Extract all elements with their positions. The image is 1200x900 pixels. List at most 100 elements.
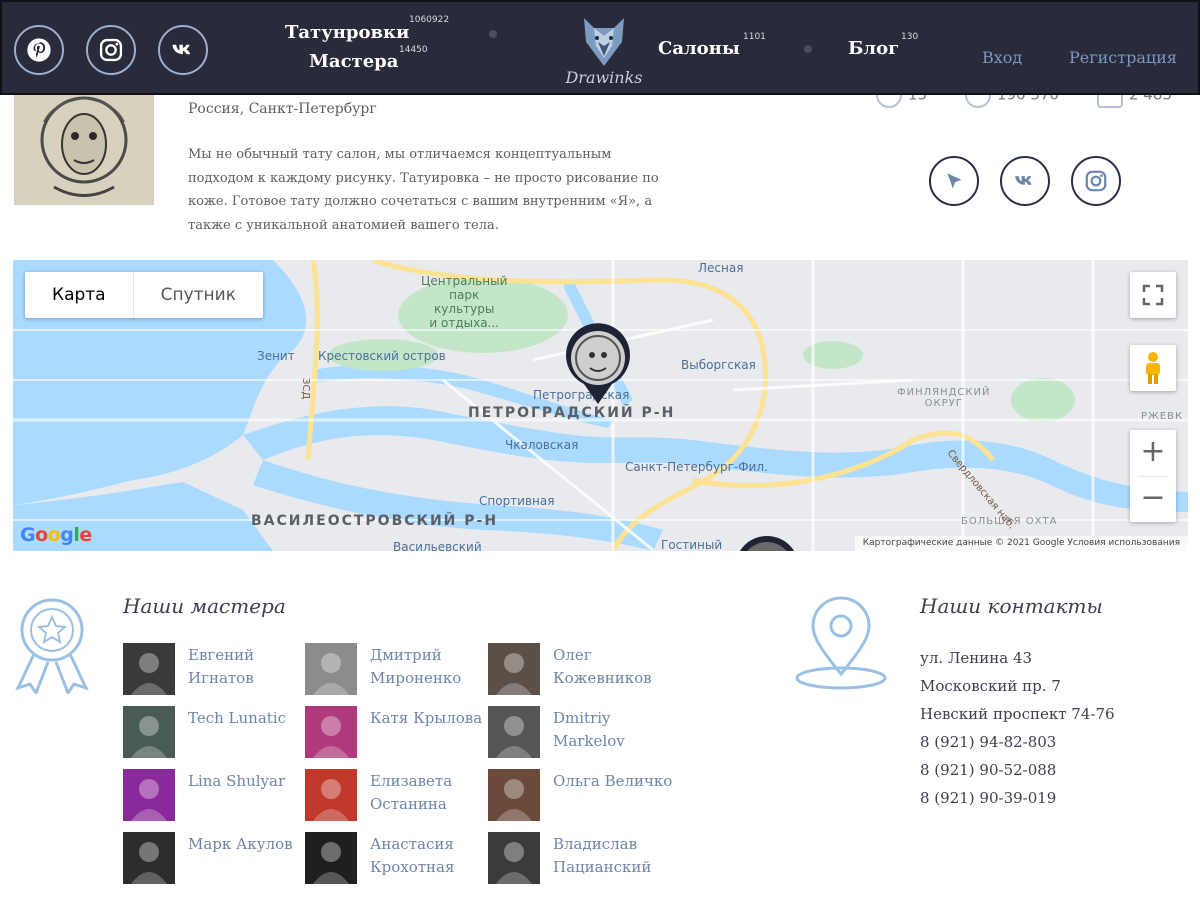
salon-avatar	[14, 92, 154, 205]
master-avatar-image	[305, 769, 357, 821]
salon-vk-button[interactable]	[1000, 156, 1050, 206]
master-card[interactable]: Tech Lunatic	[123, 706, 303, 760]
zoom-separator	[1138, 476, 1168, 477]
salon-map-marker[interactable]	[731, 536, 803, 551]
master-card[interactable]: Владислав Пацианский	[488, 832, 668, 886]
master-name-link[interactable]: Владислав Пацианский	[553, 833, 673, 879]
description-line: коже. Готовое тату должно сочетаться с в…	[188, 194, 653, 209]
master-name-link[interactable]: Анастасия Крохотная	[370, 833, 490, 879]
master-card[interactable]: Ольга Величко	[488, 769, 672, 823]
master-avatar-image	[488, 643, 540, 695]
salon-map-marker[interactable]	[562, 322, 634, 406]
master-name-link[interactable]: Елизавета Останина	[370, 770, 490, 816]
master-name-link[interactable]: Tech Lunatic	[188, 707, 308, 730]
zoom-in-button[interactable]: +	[1130, 430, 1176, 476]
master-name-link[interactable]: Lina Shulyar	[188, 770, 308, 793]
zoom-controls: + −	[1130, 430, 1176, 522]
master-avatar-image	[123, 769, 175, 821]
map-type-map-button[interactable]: Карта	[25, 272, 134, 318]
master-name-link[interactable]: Дмитрий Мироненко	[370, 644, 490, 690]
login-link[interactable]: Вход	[982, 48, 1022, 67]
vk-button[interactable]	[158, 25, 208, 75]
master-card[interactable]: Олег Кожевников	[488, 643, 668, 697]
nav-blog-link[interactable]: Блог	[848, 38, 899, 59]
description-line: подходом к каждому рисунку. Татуировка –…	[188, 170, 659, 186]
master-avatar[interactable]	[123, 832, 175, 884]
master-avatar[interactable]	[123, 643, 175, 695]
salon-avatar-image	[14, 92, 154, 205]
nav-blog-count: 130	[901, 32, 919, 42]
salon-instagram-button[interactable]	[1071, 156, 1121, 206]
master-name-link[interactable]: Катя Крылова	[370, 707, 490, 730]
master-avatar[interactable]	[305, 832, 357, 884]
master-avatar-image	[305, 832, 357, 884]
register-link[interactable]: Регистрация	[1069, 48, 1177, 67]
master-avatar-image	[305, 643, 357, 695]
master-card[interactable]: Lina Shulyar	[123, 769, 303, 823]
map-label-krestovsky: Крестовский остров	[318, 349, 446, 363]
google-map[interactable]: Карта Спутник + − Лесная Центральный пар…	[13, 260, 1188, 551]
pinterest-button[interactable]	[14, 25, 64, 75]
wolf-icon	[584, 18, 624, 66]
map-label-chkalovskaya: Чкаловская	[505, 438, 579, 452]
award-ribbon-icon	[15, 598, 89, 694]
master-avatar[interactable]	[488, 769, 540, 821]
master-name-link[interactable]: Олег Кожевников	[553, 644, 673, 690]
contact-phone[interactable]: 8 (921) 94-82-803	[920, 733, 1056, 751]
master-avatar-image	[305, 706, 357, 758]
master-card[interactable]: Dmitriy Markelov	[488, 706, 668, 760]
drawinks-logo[interactable]: Drawinks	[560, 12, 648, 92]
pinterest-icon	[27, 38, 51, 62]
location-pin-icon	[795, 596, 887, 690]
telegram-button[interactable]	[929, 156, 979, 206]
map-label-lesnaya: Лесная	[698, 261, 744, 275]
salon-description: Мы не обычный тату салон, мы отличаемся …	[188, 143, 683, 237]
master-card[interactable]: Дмитрий Мироненко	[305, 643, 485, 697]
master-card[interactable]: Катя Крылова	[305, 706, 485, 760]
master-avatar[interactable]	[488, 832, 540, 884]
map-label-vasileostrovskaya: Васильевский	[393, 540, 482, 551]
fullscreen-button[interactable]	[1130, 272, 1176, 318]
master-avatar-image	[123, 832, 175, 884]
nav-tattoos-count: 1060922	[409, 15, 450, 25]
master-avatar-image	[123, 643, 175, 695]
telegram-icon	[947, 173, 962, 189]
master-card[interactable]: Марк Акулов	[123, 832, 303, 886]
master-avatar[interactable]	[305, 769, 357, 821]
vk-icon	[172, 44, 191, 55]
map-label-finland-station: Санкт-Петербург-Фил.	[625, 460, 768, 474]
master-avatar-image	[488, 832, 540, 884]
instagram-button[interactable]	[86, 25, 136, 75]
master-avatar[interactable]	[488, 706, 540, 758]
nav-tattoos-link[interactable]: Татунровки	[285, 22, 409, 43]
contact-address: Московский пр. 7	[920, 677, 1061, 695]
street-view-pegman[interactable]	[1130, 345, 1176, 391]
master-card[interactable]: Анастасия Крохотная	[305, 832, 485, 886]
master-avatar[interactable]	[488, 643, 540, 695]
master-avatar-image	[488, 706, 540, 758]
map-label-vasileostrovsky: ВАСИЛЕОСТРОВСКИЙ Р-Н	[251, 513, 499, 529]
master-card[interactable]: Евгений Игнатов	[123, 643, 303, 697]
nav-salons-link[interactable]: Салоны	[658, 38, 740, 59]
nav-masters-link[interactable]: Мастера	[309, 51, 398, 72]
master-name-link[interactable]: Dmitriy Markelov	[553, 707, 673, 753]
pegman-icon	[1146, 352, 1160, 384]
map-label-park: Центральный парк культуры и отдыха...	[421, 274, 508, 330]
map-type-satellite-button[interactable]: Спутник	[134, 272, 263, 318]
map-label-sportivnaya: Спортивная	[479, 494, 555, 508]
contact-phone[interactable]: 8 (921) 90-39-019	[920, 789, 1056, 807]
map-label-vyborgskaya: Выборгская	[681, 358, 756, 372]
master-name-link[interactable]: Евгений Игнатов	[188, 644, 308, 690]
logo-text: Drawinks	[565, 68, 643, 87]
master-avatar[interactable]	[123, 769, 175, 821]
master-avatar[interactable]	[305, 643, 357, 695]
master-avatar[interactable]	[305, 706, 357, 758]
vk-icon	[1015, 176, 1032, 185]
instagram-icon	[99, 38, 123, 62]
zoom-out-button[interactable]: −	[1130, 476, 1176, 522]
master-card[interactable]: Елизавета Останина	[305, 769, 485, 823]
master-name-link[interactable]: Марк Акулов	[188, 833, 308, 856]
contact-phone[interactable]: 8 (921) 90-52-088	[920, 761, 1056, 779]
master-name-link[interactable]: Ольга Величко	[553, 770, 673, 793]
master-avatar[interactable]	[123, 706, 175, 758]
